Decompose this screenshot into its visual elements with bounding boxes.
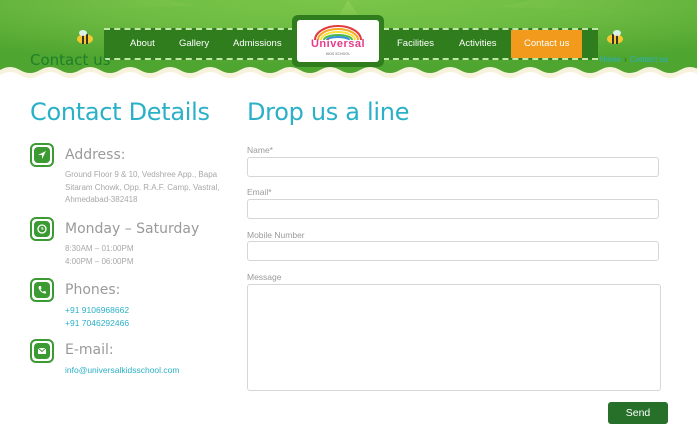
nav-item-admissions[interactable]: Admissions (233, 30, 282, 58)
phones-heading: Phones: (65, 282, 121, 298)
email-field[interactable] (247, 199, 659, 219)
envelope-icon (30, 339, 54, 363)
nav-item-facilities[interactable]: Facilities (397, 30, 434, 58)
chevron-right-icon: › (624, 55, 627, 64)
phone-link[interactable]: +91 9106968662 (65, 304, 129, 317)
nav-item-about[interactable]: About (130, 30, 155, 58)
logo-frame: Universal KIDS SCHOOL (297, 20, 379, 62)
breadcrumb-home-link[interactable]: Home (600, 55, 621, 64)
nav-bar-left: About Gallery Admissions (104, 28, 294, 60)
clock-icon (30, 217, 54, 241)
nav-bar-right: Facilities Activities Contact us (383, 28, 598, 60)
hours-line: 4:00PM – 06:00PM (65, 256, 134, 266)
site-header: About Gallery Admissions Facilities Acti… (0, 0, 697, 82)
send-button[interactable]: Send (608, 402, 668, 424)
hours-heading: Monday – Saturday (65, 221, 200, 237)
nav-item-activities[interactable]: Activities (459, 30, 496, 58)
hours-text: 8:30AM – 01:00PM 4:00PM – 06:00PM (65, 243, 240, 268)
phone-link[interactable]: +91 7046292466 (65, 317, 129, 330)
logo-subtext: KIDS SCHOOL (325, 52, 351, 56)
email-heading: E-mail: (65, 342, 114, 358)
address-line: Ahmedabad-382418 (65, 195, 138, 204)
email-link[interactable]: info@universalkidsschool.com (65, 364, 179, 377)
logo-text: Universal (310, 38, 366, 50)
address-heading: Address: (65, 147, 126, 163)
email-label: Email* (247, 187, 272, 197)
phone-list: +91 9106968662 +91 7046292466 (65, 304, 129, 330)
breadcrumb: Home › Contact us (600, 55, 668, 64)
location-arrow-icon (30, 143, 54, 167)
message-textarea[interactable] (247, 284, 661, 391)
message-label: Message (247, 272, 282, 282)
bee-icon (607, 30, 623, 44)
phone-icon (30, 278, 54, 302)
hours-line: 8:30AM – 01:00PM (65, 244, 134, 253)
school-logo[interactable]: Universal KIDS SCHOOL (292, 15, 384, 67)
mobile-label: Mobile Number (247, 230, 305, 240)
nav-item-gallery[interactable]: Gallery (179, 30, 209, 58)
contact-details-heading: Contact Details (30, 98, 210, 126)
page-title: Contact us (30, 51, 111, 69)
drop-us-a-line-heading: Drop us a line (247, 98, 410, 126)
address-line: Ground Floor 9 & 10, Vedshree App., Bapa (65, 170, 218, 179)
address-text: Ground Floor 9 & 10, Vedshree App., Bapa… (65, 169, 240, 207)
nav-item-contact-us[interactable]: Contact us (511, 30, 583, 58)
name-field[interactable] (247, 157, 659, 177)
breadcrumb-current: Contact us (629, 55, 668, 64)
bee-icon (77, 30, 93, 44)
name-label: Name* (247, 145, 273, 155)
address-line: Sitaram Chowk, Opp. R.A.F. Camp, Vastral… (65, 182, 220, 192)
mobile-field[interactable] (247, 241, 659, 261)
